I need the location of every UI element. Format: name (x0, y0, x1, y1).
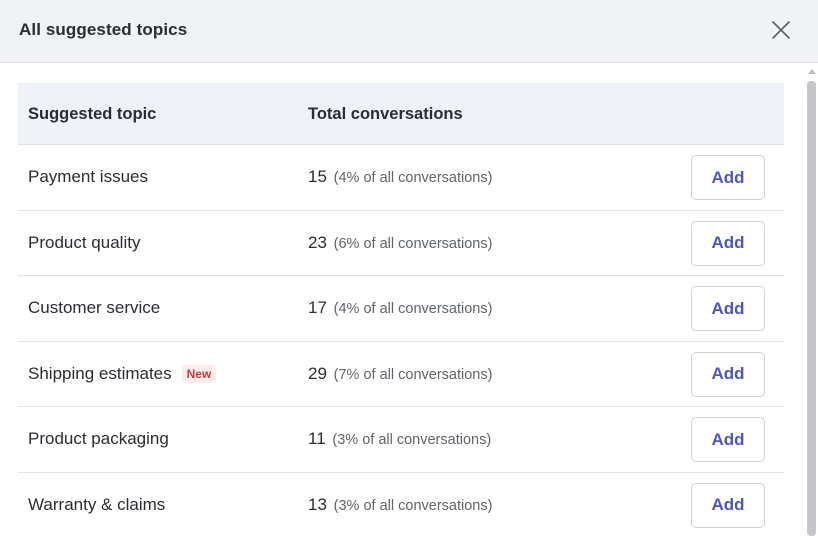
close-icon (772, 21, 790, 39)
table-body: Payment issues 15 (4% of all conversation… (18, 145, 784, 536)
conversation-count-cell: 29 (7% of all conversations) (308, 364, 492, 384)
suggested-topics-dialog: All suggested topics Suggested topic Tot… (0, 0, 818, 536)
scroll-up-arrow-icon[interactable] (806, 66, 818, 76)
topic-cell: Shipping estimates New (28, 363, 217, 384)
topic-cell: Payment issues (28, 167, 148, 187)
conversation-percent: (4% of all conversations) (333, 170, 493, 186)
conversation-count: 11 (308, 429, 326, 448)
conversation-count: 15 (308, 167, 327, 186)
conversation-count-cell: 15 (4% of all conversations) (308, 167, 492, 187)
conversation-count-cell: 11 (3% of all conversations) (308, 429, 491, 449)
table-row: Product packaging 11 (3% of all conversat… (18, 407, 784, 473)
topic-cell: Warranty & claims (28, 495, 165, 515)
dialog-title: All suggested topics (19, 20, 188, 39)
topic-name: Warranty & claims (28, 494, 166, 514)
table-row: Warranty & claims 13 (3% of all conversat… (18, 472, 784, 536)
conversation-count: 17 (308, 298, 327, 317)
conversation-percent: (4% of all conversations) (333, 301, 493, 317)
conversation-percent: (3% of all conversations) (333, 497, 493, 514)
add-topic-button[interactable]: Add (691, 482, 765, 528)
conversation-count: 29 (308, 363, 327, 383)
close-button[interactable] (768, 17, 794, 43)
conversation-count-cell: 23 (6% of all conversations) (308, 233, 492, 253)
topic-cell: Product packaging (28, 429, 169, 449)
new-badge: New (181, 364, 217, 383)
topic-name: Product packaging (28, 429, 169, 448)
conversation-percent: (6% of all conversations) (333, 235, 493, 252)
table-row: Payment issues 15 (4% of all conversation… (18, 145, 784, 211)
topic-name: Customer service (28, 298, 161, 317)
table-row: Customer service 17 (4% of all conversati… (18, 276, 784, 342)
table-row: Product quality 23 (6% of all conversatio… (18, 210, 784, 276)
conversation-count-cell: 13 (3% of all conversations) (308, 495, 492, 515)
column-header-total: Total conversations (308, 105, 463, 123)
add-topic-button[interactable]: Add (691, 286, 765, 331)
dialog-header: All suggested topics (0, 0, 818, 63)
conversation-percent: (3% of all conversations) (332, 432, 492, 448)
add-topic-button[interactable]: Add (691, 155, 765, 200)
column-header-topic: Suggested topic (28, 105, 157, 123)
add-topic-button[interactable]: Add (691, 417, 765, 462)
add-topic-button[interactable]: Add (691, 220, 765, 266)
conversation-count-cell: 17 (4% of all conversations) (308, 298, 492, 318)
scrollbar-thumb[interactable] (807, 81, 816, 536)
topic-cell: Customer service (28, 298, 160, 318)
conversation-percent: (7% of all conversations) (333, 366, 493, 383)
topic-name: Shipping estimates (28, 363, 172, 383)
add-topic-button[interactable]: Add (691, 351, 765, 397)
table-row: Shipping estimates New 29 (7% of all conve… (18, 341, 784, 407)
topic-name: Payment issues (28, 167, 148, 186)
conversation-count: 13 (308, 494, 327, 514)
conversation-count: 23 (308, 232, 327, 252)
table-header: Suggested topic Total conversations (18, 83, 784, 145)
dialog-content: Suggested topic Total conversations Paym… (0, 63, 806, 536)
topic-name: Product quality (28, 232, 141, 252)
topics-table: Suggested topic Total conversations Paym… (18, 83, 784, 536)
topic-cell: Product quality (28, 233, 140, 253)
